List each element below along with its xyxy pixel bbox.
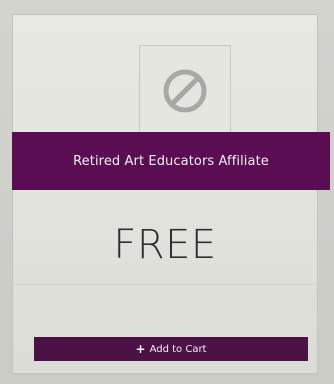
- product-image-placeholder: [139, 45, 231, 137]
- product-price: FREE: [113, 222, 217, 268]
- no-image-icon: [163, 69, 207, 113]
- product-title-banner: Retired Art Educators Affiliate: [12, 132, 330, 190]
- plus-icon: +: [135, 342, 146, 356]
- product-card: [12, 14, 318, 374]
- add-to-cart-button[interactable]: + Add to Cart: [34, 337, 308, 361]
- divider: [12, 284, 318, 285]
- add-to-cart-label: Add to Cart: [149, 343, 207, 355]
- product-title: Retired Art Educators Affiliate: [73, 153, 269, 169]
